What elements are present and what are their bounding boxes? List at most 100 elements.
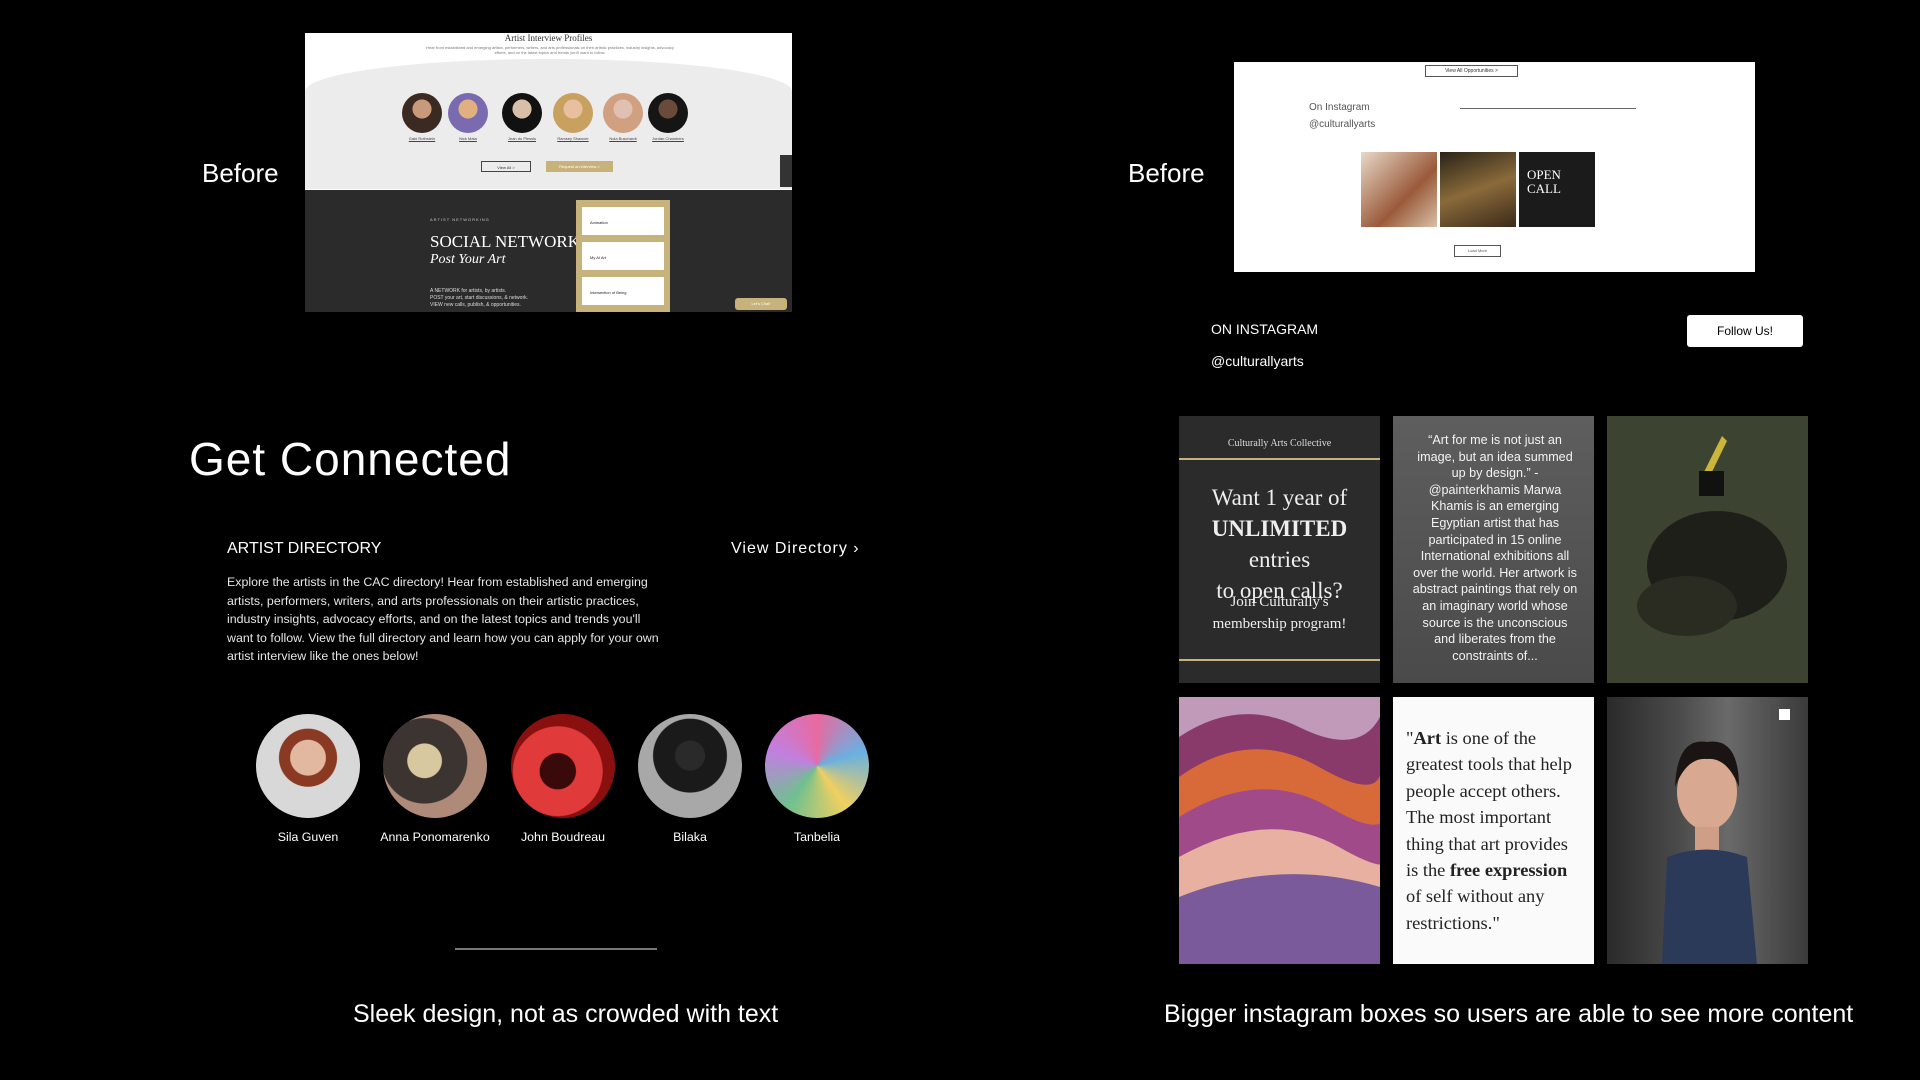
network-post-cards: Animation My AI Art Intersection of Bein… (576, 200, 670, 312)
artist-name: Tanbelia (793, 830, 841, 844)
chat-button[interactable]: Let's Chat! (735, 298, 787, 310)
old-view-all-opportunities[interactable]: View All Opportunities > (1425, 65, 1518, 77)
old-name[interactable]: Jean du Plessis (499, 136, 545, 141)
quote-line: people accept others. (1406, 780, 1561, 801)
old-instagram-tile[interactable] (1440, 152, 1516, 227)
old-avatar (502, 93, 542, 133)
old-name[interactable]: Nick Mata (445, 136, 491, 141)
artist-directory-description: Explore the artists in the CAC directory… (227, 575, 659, 664)
gold-rule (1179, 458, 1380, 460)
post-card-label: My AI Art (590, 255, 607, 260)
post-card[interactable]: Intersection of Being (582, 277, 664, 305)
post-headline: Want 1 year of UNLIMITED entries to open… (1179, 482, 1380, 606)
before-label-right: Before (1128, 158, 1205, 188)
headline-line: Want 1 year of (1211, 485, 1348, 510)
instagram-heading: ON INSTAGRAM (1211, 321, 1319, 337)
before-label-left: Before (202, 158, 279, 188)
social-subtitle-text: Post Your Art (430, 252, 506, 267)
instagram-handle[interactable]: @culturallyarts (1211, 353, 1304, 369)
old-avatar (553, 93, 593, 133)
landscape-painting (1179, 697, 1380, 964)
social-points: A NETWORK for artists, by artists. POST … (430, 288, 528, 309)
artist-name: Sila Guven (277, 830, 339, 844)
post-card[interactable]: Animation (582, 207, 664, 235)
open-call-text: OPEN CALL (1527, 167, 1561, 196)
section-divider (455, 948, 657, 950)
quote-line: is the free expression (1406, 857, 1594, 883)
quote-line: thing that art provides (1406, 833, 1568, 854)
old-profiles-subtitle: Hear from established and emerging artis… (426, 45, 674, 55)
art-quote-text: "Art is one of the greatest tools that h… (1406, 725, 1594, 936)
instagram-post-artwork[interactable] (1607, 416, 1808, 683)
gold-rule (1179, 659, 1380, 661)
artist-card-anna-ponomarenko[interactable]: Anna Ponomarenko (370, 714, 500, 844)
headline-rest: entries (1248, 547, 1311, 572)
instagram-post-portrait[interactable] (1607, 697, 1808, 964)
multiple-images-icon (1779, 709, 1790, 720)
old-load-more[interactable]: Load More (1454, 245, 1501, 257)
before-profiles-screenshot: Artist Interview Profiles Hear from esta… (305, 33, 792, 312)
artist-card-sila-guven[interactable]: Sila Guven (243, 714, 373, 844)
old-name[interactable]: Ramsey Shawver (550, 136, 596, 141)
social-point: POST your art, start discussions, & netw… (430, 295, 528, 301)
chevron-right-icon: › (853, 540, 860, 557)
old-name[interactable]: Jordan Chambers (645, 136, 691, 141)
post-card-label: Animation (590, 220, 608, 225)
before-instagram-screenshot: View All Opportunities > On Instagram @c… (1234, 62, 1755, 272)
quote-mark: " (1406, 728, 1414, 748)
artist-card-john-boudreau[interactable]: John Boudreau (498, 714, 628, 844)
social-point: A NETWORK for artists, by artists. (430, 288, 507, 294)
artist-card-tanbelia[interactable]: Tanbelia (752, 714, 882, 844)
subtext-line: Join Culturally's (1230, 594, 1329, 610)
old-name[interactable]: Gabi Rothstein (399, 136, 445, 141)
old-profiles-title: Artist Interview Profiles (504, 33, 593, 43)
avatar (765, 714, 869, 818)
quote-bold: free expression (1449, 860, 1568, 881)
quote-text: is the (1406, 860, 1450, 881)
quote-bold: Art (1413, 728, 1442, 748)
old-avatar (402, 93, 442, 133)
social-icons-bar (780, 155, 792, 187)
instagram-post-art-quote[interactable]: "Art is one of the greatest tools that h… (1393, 697, 1594, 964)
caption-left: Sleek design, not as crowded with text (353, 1000, 779, 1028)
avatar (638, 714, 742, 818)
old-on-instagram: On Instagram (1309, 102, 1370, 113)
get-connected-title: Get Connected (189, 433, 512, 485)
post-quote-text: “Art for me is not just an image, but an… (1412, 433, 1578, 663)
artist-card-bilaka[interactable]: Bilaka (625, 714, 755, 844)
headline-bold: UNLIMITED (1211, 516, 1348, 541)
old-instagram-tile[interactable] (1361, 152, 1437, 227)
post-card[interactable]: My AI Art (582, 242, 664, 270)
post-subtext: Join Culturally's membership program! (1179, 591, 1380, 635)
artist-name: Anna Ponomarenko (380, 830, 490, 844)
post-brand: Culturally Arts Collective (1227, 438, 1332, 449)
quote-line: "Art is one of the (1406, 725, 1594, 751)
view-directory-link[interactable]: View Directory › (731, 540, 860, 558)
headline-line: UNLIMITED entries (1179, 513, 1380, 575)
avatar (511, 714, 615, 818)
instagram-post-landscape[interactable] (1179, 697, 1380, 964)
social-point: VIEW new calls, publish, & opportunities… (430, 302, 521, 308)
instagram-post-membership[interactable]: Culturally Arts Collective Want 1 year o… (1179, 416, 1380, 683)
view-directory-label: View Directory (731, 540, 848, 557)
quote-line: of self without any (1406, 886, 1545, 907)
quote-line: restrictions." (1406, 912, 1500, 933)
old-apply-button[interactable]: Request an interview > (546, 161, 613, 172)
old-view-all-button[interactable]: View All > (481, 161, 531, 172)
quote-line: The most important (1406, 807, 1552, 828)
old-avatar (648, 93, 688, 133)
old-avatar (603, 93, 643, 133)
artwork-image (1607, 416, 1808, 683)
instagram-post-quote[interactable]: “Art for me is not just an image, but an… (1393, 416, 1594, 683)
artist-name: Bilaka (673, 830, 707, 844)
follow-us-button[interactable]: Follow Us! (1687, 315, 1803, 347)
subtext-line: membership program! (1212, 616, 1347, 632)
old-divider (1460, 108, 1636, 109)
caption-right: Bigger instagram boxes so users are able… (1164, 1000, 1854, 1028)
old-name[interactable]: Nola Buschardt (600, 136, 646, 141)
networking-kicker: ARTIST NETWORKING (430, 217, 490, 222)
quote-text: is one of the (1441, 728, 1537, 748)
old-instagram-tile[interactable]: OPEN CALL (1519, 152, 1595, 227)
social-title-text: SOCIAL NETWORK: (430, 232, 585, 251)
portrait-photo (1662, 741, 1757, 964)
